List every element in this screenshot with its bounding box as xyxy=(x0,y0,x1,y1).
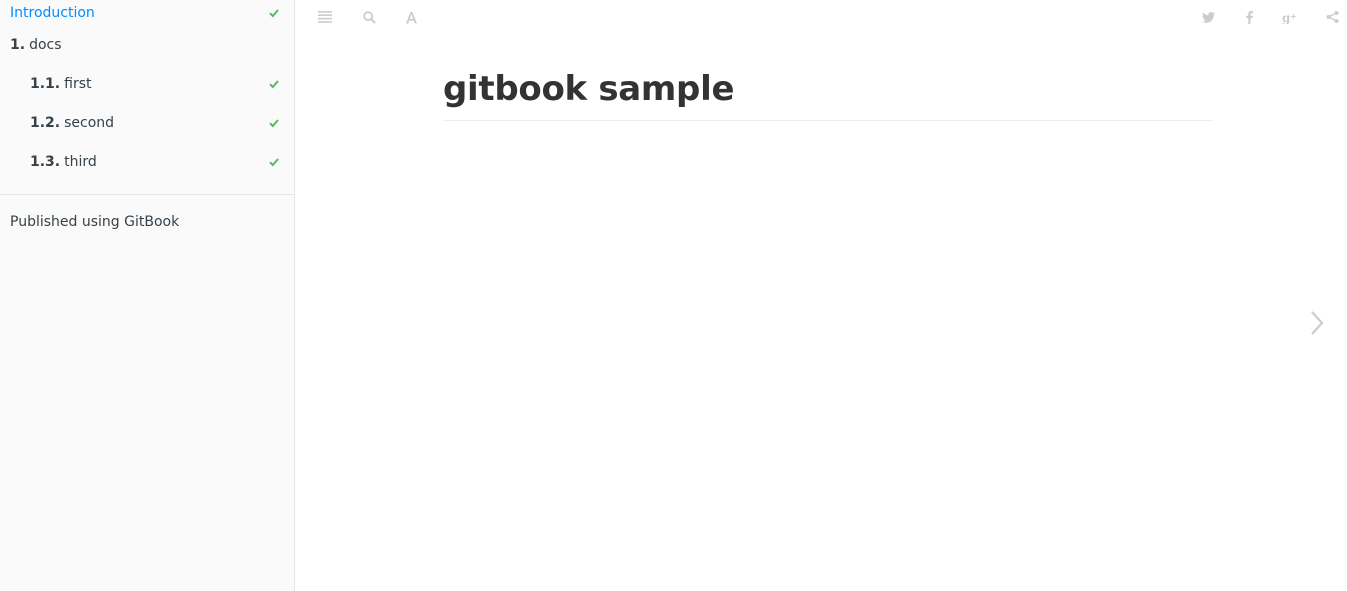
toc-item-label[interactable]: Introduction xyxy=(10,1,95,25)
font-settings-button[interactable] xyxy=(394,0,428,34)
toc-item-text: 1. docs xyxy=(10,33,62,57)
chevron-right-icon xyxy=(1310,310,1324,340)
top-toolbar: g + xyxy=(296,0,1347,34)
toc-item-label[interactable]: docs xyxy=(29,33,61,57)
search-button[interactable] xyxy=(352,0,386,34)
toc-item-text: 1.2. second xyxy=(30,111,114,135)
published-using-gitbook-link[interactable]: Published using GitBook xyxy=(0,195,294,249)
page-content: gitbook sample xyxy=(443,60,1213,121)
google-plus-icon: g + xyxy=(1282,11,1297,24)
toc-item-number: 1.1. xyxy=(30,75,61,92)
toc-item-third[interactable]: 1.3. third xyxy=(0,142,294,181)
svg-text:+: + xyxy=(1290,12,1297,21)
toc-item-text: 1.3. third xyxy=(30,150,97,174)
facebook-share-button[interactable] xyxy=(1232,0,1266,34)
table-of-contents: Introduction 1. docs 1.1. first 1.2. sec… xyxy=(0,0,294,181)
toc-item-introduction[interactable]: Introduction xyxy=(0,0,294,25)
check-icon xyxy=(269,8,279,18)
check-icon xyxy=(269,79,279,89)
toc-item-number: 1.2. xyxy=(30,114,61,131)
toc-item-first[interactable]: 1.1. first xyxy=(0,64,294,103)
toc-item-label[interactable]: first xyxy=(64,72,91,96)
search-icon xyxy=(362,10,376,24)
google-plus-share-button[interactable]: g + xyxy=(1272,0,1306,34)
toc-toggle-icon xyxy=(318,11,332,23)
share-button[interactable] xyxy=(1315,0,1347,34)
toc-item-label[interactable]: third xyxy=(64,150,97,174)
toc-item-number: 1. xyxy=(10,36,26,53)
toc-item-text: Introduction xyxy=(10,1,95,25)
check-icon xyxy=(269,118,279,128)
sidebar: Introduction 1. docs 1.1. first 1.2. sec… xyxy=(0,0,295,591)
twitter-share-button[interactable] xyxy=(1191,0,1225,34)
toc-toggle-button[interactable] xyxy=(308,0,342,34)
page-title: gitbook sample xyxy=(443,60,1213,121)
toc-item-text: 1.1. first xyxy=(30,72,91,96)
toc-item-number: 1.3. xyxy=(30,153,61,170)
font-settings-icon xyxy=(405,11,418,24)
toc-item-second[interactable]: 1.2. second xyxy=(0,103,294,142)
toc-item-docs[interactable]: 1. docs xyxy=(0,25,294,64)
facebook-icon xyxy=(1245,10,1253,24)
share-icon xyxy=(1326,11,1339,23)
published-label[interactable]: Published using GitBook xyxy=(10,214,179,230)
check-icon xyxy=(269,157,279,167)
twitter-icon xyxy=(1201,11,1215,23)
toc-item-label[interactable]: second xyxy=(64,111,114,135)
next-page-button[interactable] xyxy=(1300,305,1334,345)
